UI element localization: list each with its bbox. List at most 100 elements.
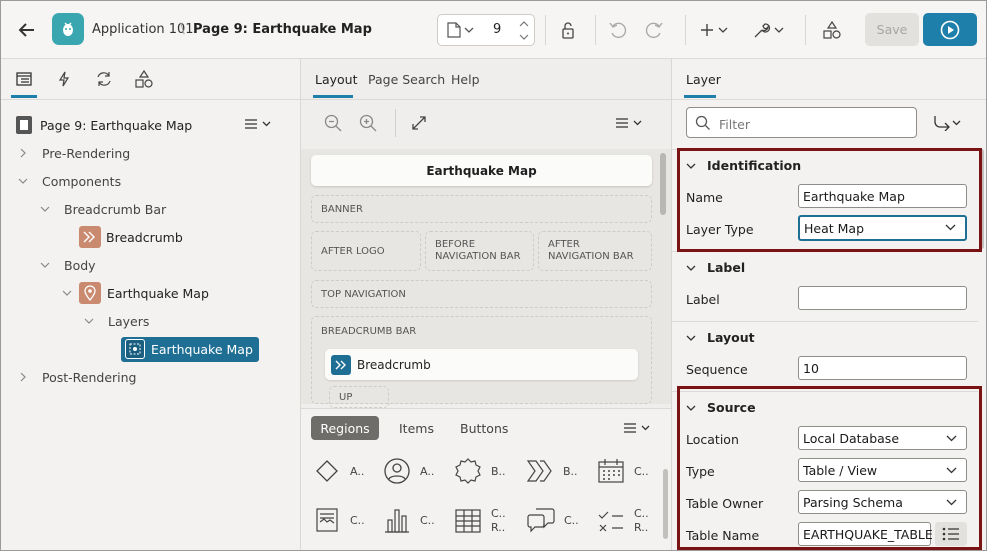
section-source-header[interactable]: Source [672,391,978,423]
wrench-menu-icon[interactable] [751,18,787,42]
table-name-field[interactable]: EARTHQUAKE_TABLE [798,522,933,546]
shared-components-icon[interactable] [820,18,844,42]
gallery-menu-icon[interactable] [621,420,653,436]
section-identification-header[interactable]: Identification [672,149,978,181]
gallery-item[interactable]: C.. [526,507,579,533]
map-layer-icon [125,339,145,359]
zoom-out-icon[interactable] [323,113,343,133]
name-field[interactable]: Earthquake Map [798,184,967,208]
tree-item-layer-earthquake-map[interactable]: Earthquake Map [121,335,259,363]
section-layout-header[interactable]: Layout [672,321,978,353]
chevron-right-icon[interactable] [17,371,29,383]
lock-icon[interactable] [557,19,579,41]
selected-tree-node[interactable]: Earthquake Map [121,336,259,362]
app-icon[interactable] [52,13,84,45]
back-arrow-icon[interactable] [15,18,39,42]
table-owner-select[interactable]: Parsing Schema [798,490,967,514]
tree-item-breadcrumb-bar[interactable]: Breadcrumb Bar [39,195,166,223]
page-up-icon[interactable] [515,18,533,30]
section-label-header[interactable]: Label [672,251,978,283]
property-scrollbar[interactable] [979,149,984,249]
tree-item-breadcrumb[interactable]: Breadcrumb [79,223,183,251]
tab-layer[interactable]: Layer [686,72,721,87]
rendering-tab-icon[interactable] [13,68,35,90]
chevron-down-icon[interactable] [17,175,29,187]
tree-item-components[interactable]: Components [17,167,121,195]
page-down-icon[interactable] [515,31,533,43]
canvas-page-title: Earthquake Map [311,155,652,186]
tree-item-earthquake-map-region[interactable]: Earthquake Map [61,279,209,307]
chevron-down-icon[interactable] [83,315,95,327]
tree-item-post-rendering[interactable]: Post-Rendering [17,363,137,391]
chevron-down-icon[interactable] [61,287,73,299]
layer-type-select[interactable]: Heat Map [798,215,967,241]
chevron-right-icon[interactable] [17,147,29,159]
layout-menu-icon[interactable] [613,115,645,131]
page-selector[interactable] [437,14,535,46]
gallery-item[interactable]: B.. [526,459,578,483]
slot-after-navigation-bar[interactable]: AFTER NAVIGATION BAR [538,231,652,271]
tree-item-layers[interactable]: Layers [83,307,149,335]
page-title: Page 9: Earthquake Map [193,22,372,37]
chevron-down-icon[interactable] [464,27,474,33]
tree-item-body[interactable]: Body [39,251,96,279]
redo-icon[interactable] [643,19,665,41]
chevron-down-icon [686,335,696,341]
tree-item-page[interactable]: Page 9: Earthquake Map [13,111,192,139]
processing-icon[interactable] [93,68,115,90]
gallery-tab-regions[interactable]: Regions [311,416,379,440]
zoom-in-icon[interactable] [358,113,378,133]
location-select[interactable]: Local Database [798,426,967,450]
gallery-item[interactable]: B.. [454,457,506,485]
calendar-icon [598,459,624,483]
tab-divider [1,99,300,100]
type-select[interactable]: Table / View [798,458,967,482]
gallery-item[interactable]: C.. [597,458,649,484]
table-name-value: EARTHQUAKE_TABLE [803,526,933,542]
list-picker-button[interactable] [935,522,967,546]
toolbar-divider [805,15,806,45]
slot-up[interactable]: UP [329,386,389,408]
gallery-item[interactable]: C.. [315,507,365,533]
go-to-group-icon[interactable] [932,113,964,133]
tree-menu-icon[interactable] [243,115,273,133]
gallery-tab-items[interactable]: Items [399,421,434,436]
app-name-link[interactable]: Application 101 [92,22,194,37]
canvas-breadcrumb-region[interactable]: Breadcrumb [325,349,638,380]
page-node-icon [13,114,35,136]
gallery-tab-buttons[interactable]: Buttons [460,421,508,436]
run-button[interactable] [923,13,977,46]
undo-icon[interactable] [607,19,629,41]
slot-top-navigation[interactable]: TOP NAVIGATION [311,280,652,308]
dynamic-actions-icon[interactable] [53,68,75,90]
gallery-item[interactable]: C.. R.. [597,507,649,535]
tree-item-label: Page 9: Earthquake Map [40,117,193,133]
tree-item-pre-rendering[interactable]: Pre-Rendering [17,139,130,167]
grid-icon [455,509,481,533]
chevron-down-icon[interactable] [39,259,51,271]
tab-divider [672,99,986,100]
save-button[interactable]: Save [865,13,919,46]
gallery-item[interactable]: C.. R.. [454,507,506,535]
create-menu-icon[interactable] [698,19,732,41]
gallery-item[interactable]: C.. [383,506,435,534]
slot-after-logo[interactable]: AFTER LOGO [311,231,421,271]
sequence-field[interactable]: 10 [798,356,967,380]
tab-layout[interactable]: Layout [315,72,358,87]
slot-banner[interactable]: BANNER [311,195,652,223]
gallery-scrollbar[interactable] [663,469,668,539]
gallery-item[interactable]: A.. [383,457,434,485]
expand-icon[interactable] [409,113,429,133]
tab-page-search[interactable]: Page Search [368,72,445,87]
label-field[interactable] [798,286,967,310]
canvas-scrollbar[interactable] [660,153,666,215]
shared-components-tab-icon[interactable] [133,68,155,90]
top-toolbar: Application 101 \ Page 9: Earthquake Map… [1,1,986,59]
rendering-tree-pane: Page 9: Earthquake Map Pre-Rendering Com… [1,59,301,550]
chevron-down-icon[interactable] [39,203,51,215]
tab-help[interactable]: Help [451,72,480,87]
slot-before-navigation-bar[interactable]: BEFORE NAVIGATION BAR [425,231,534,271]
gallery-item-label: C.. [420,513,435,527]
gallery-item-label: C.. [634,464,649,478]
gallery-item[interactable]: A.. [315,459,364,483]
